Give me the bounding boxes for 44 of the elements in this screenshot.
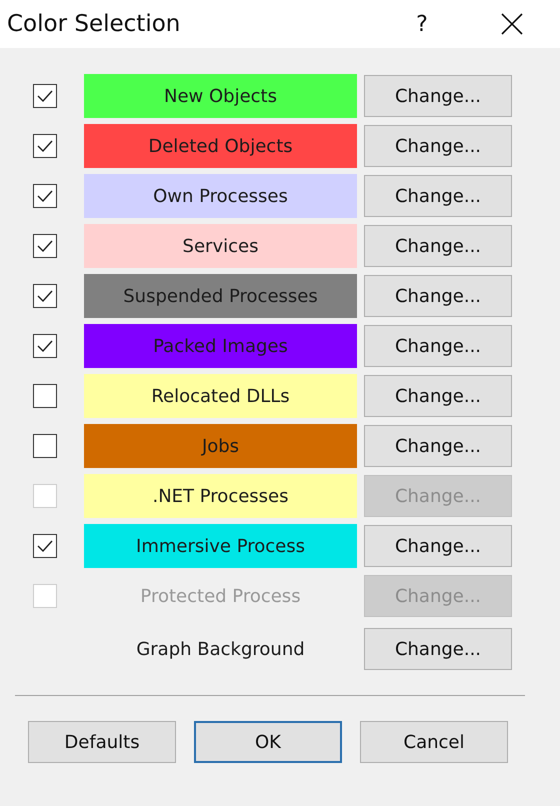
change-button[interactable]: Change... bbox=[364, 75, 512, 117]
checkbox[interactable] bbox=[33, 434, 57, 458]
check-icon bbox=[36, 289, 54, 303]
dialog-button[interactable]: Cancel bbox=[360, 721, 508, 763]
color-swatch: Services bbox=[84, 224, 357, 268]
color-swatch: New Objects bbox=[84, 74, 357, 118]
change-button[interactable]: Change... bbox=[364, 425, 512, 467]
option-label: Graph Background bbox=[135, 638, 306, 662]
checkbox[interactable] bbox=[33, 84, 57, 108]
color-swatch: Own Processes bbox=[84, 174, 357, 218]
change-button[interactable]: Change... bbox=[364, 628, 512, 670]
color-swatch: Packed Images bbox=[84, 324, 357, 368]
color-swatch: Relocated DLLs bbox=[84, 374, 357, 418]
check-icon bbox=[36, 89, 54, 103]
checkbox[interactable] bbox=[33, 234, 57, 258]
close-icon bbox=[501, 13, 523, 35]
checkbox[interactable] bbox=[33, 534, 57, 558]
help-button[interactable]: ? bbox=[402, 12, 442, 36]
check-icon bbox=[36, 539, 54, 553]
checkbox[interactable] bbox=[33, 184, 57, 208]
check-icon bbox=[36, 139, 54, 153]
change-button[interactable]: Change... bbox=[364, 275, 512, 317]
color-swatch: Protected Process bbox=[84, 574, 357, 618]
check-icon bbox=[36, 189, 54, 203]
change-button[interactable]: Change... bbox=[364, 325, 512, 367]
check-icon bbox=[36, 339, 54, 353]
color-swatch: Deleted Objects bbox=[84, 124, 357, 168]
color-swatch: .NET Processes bbox=[84, 474, 357, 518]
color-swatch: Jobs bbox=[84, 424, 357, 468]
dialog-button[interactable]: Defaults bbox=[28, 721, 176, 763]
checkbox[interactable] bbox=[33, 284, 57, 308]
change-button[interactable]: Change... bbox=[364, 175, 512, 217]
checkbox[interactable] bbox=[33, 334, 57, 358]
color-swatch: Immersive Process bbox=[84, 524, 357, 568]
color-swatch: Suspended Processes bbox=[84, 274, 357, 318]
change-button[interactable]: Change... bbox=[364, 125, 512, 167]
change-button[interactable]: Change... bbox=[364, 375, 512, 417]
check-icon bbox=[36, 239, 54, 253]
checkbox[interactable] bbox=[33, 134, 57, 158]
window-title: Color Selection bbox=[7, 11, 182, 37]
change-button[interactable]: Change... bbox=[364, 525, 512, 567]
checkbox[interactable] bbox=[33, 384, 57, 408]
change-button[interactable]: Change... bbox=[364, 225, 512, 267]
dialog-button[interactable]: OK bbox=[194, 721, 342, 763]
